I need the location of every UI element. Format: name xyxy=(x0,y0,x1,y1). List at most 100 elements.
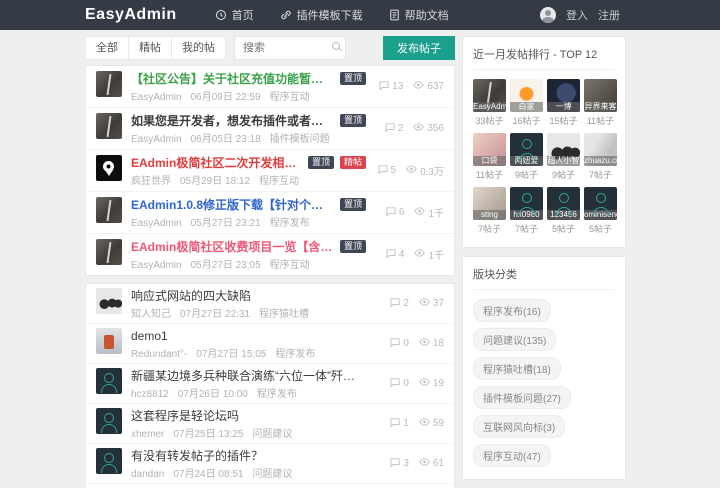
post-category[interactable]: 程序发布 xyxy=(270,218,310,229)
post-author[interactable]: hcz8812 xyxy=(131,389,169,400)
tab-featured[interactable]: 精帖 xyxy=(129,36,172,60)
top-poster[interactable]: EasyAdmin 33帖子 xyxy=(473,79,506,130)
top-poster-avatar[interactable]: ominisence xyxy=(584,187,617,220)
top-poster-avatar[interactable]: 一博 xyxy=(547,79,580,112)
post-title-link[interactable]: 新疆某边境多兵种联合演练“六位一体”歼灭暴恐分子 xyxy=(131,367,366,384)
top-poster[interactable]: 异界来客 11帖子 xyxy=(584,79,617,130)
post-author[interactable]: EasyAdmin xyxy=(131,134,182,145)
top-poster[interactable]: sting 7帖子 xyxy=(473,187,506,238)
category-tag[interactable]: 程序互动(47) xyxy=(473,444,551,467)
top-poster[interactable]: hx0980 7帖子 xyxy=(510,187,543,238)
top-poster[interactable]: 超人小智 9帖子 xyxy=(547,133,580,184)
create-post-button[interactable]: 发布帖子 xyxy=(383,36,455,60)
post-title-link[interactable]: 有没有转发帖子的插件？ xyxy=(131,447,263,464)
post-author[interactable]: dandan xyxy=(131,469,164,480)
post-avatar[interactable] xyxy=(96,448,122,474)
category-tag[interactable]: 问题建议(135) xyxy=(473,328,557,351)
post-title-link[interactable]: 【社区公告】关于社区充值功能暂停，充值请联系49007623 xyxy=(131,70,334,87)
post-row[interactable]: 有没有转发帖子的插件？ dandan 07月24日 08:51 问题建议 3 61 xyxy=(86,444,454,484)
post-avatar[interactable] xyxy=(96,155,122,181)
post-avatar[interactable] xyxy=(96,288,122,314)
top-poster[interactable]: 两妞爱 9帖子 xyxy=(510,133,543,184)
top-poster[interactable]: 口袋 11帖子 xyxy=(473,133,506,184)
post-category[interactable]: 程序互动 xyxy=(259,176,299,187)
post-category[interactable]: 程序互动 xyxy=(270,260,310,271)
top-poster-avatar[interactable]: zhuazu.cn xyxy=(584,133,617,166)
site-logo[interactable]: EasyAdmin xyxy=(85,6,177,24)
top-poster[interactable]: 一博 15帖子 xyxy=(547,79,580,130)
post-row[interactable]: EAdmin极简社区二次开发相关培训报名公开课教程（已完结） 置顶精帖 疯狂世界… xyxy=(86,150,454,192)
post-avatar[interactable] xyxy=(96,71,122,97)
top-poster-avatar[interactable]: 超人小智 xyxy=(547,133,580,166)
category-tag[interactable]: 程序发布(16) xyxy=(473,299,551,322)
post-category[interactable]: 问题建议 xyxy=(252,429,292,440)
post-author[interactable]: 疯狂世界 xyxy=(131,176,171,187)
post-row[interactable]: demo1 Redundant°- 07月27日 15:05 程序发布 0 18 xyxy=(86,324,454,364)
post-category[interactable]: 程序发布 xyxy=(257,389,297,400)
post-category[interactable]: 问题建议 xyxy=(252,469,292,480)
top-poster[interactable]: ominisence 5帖子 xyxy=(584,187,617,238)
nav-item-docs[interactable]: 帮助文档 xyxy=(389,7,449,23)
nav-item-downloads[interactable]: 插件模板下载 xyxy=(280,7,363,23)
post-avatar[interactable] xyxy=(96,408,122,434)
top-poster-avatar[interactable]: hx0980 xyxy=(510,187,543,220)
post-avatar[interactable] xyxy=(96,197,122,223)
top-poster-avatar[interactable]: 白家 xyxy=(510,79,543,112)
post-title-link[interactable]: 这套程序是轻论坛吗 xyxy=(131,407,239,424)
post-meta: EasyAdmin 06月05日 23:18 插件模板问题 xyxy=(131,130,366,145)
post-avatar[interactable] xyxy=(96,368,122,394)
top-poster[interactable]: 白家 16帖子 xyxy=(510,79,543,130)
post-category[interactable]: 插件模板问题 xyxy=(270,134,330,145)
top-poster-avatar[interactable]: 异界来客 xyxy=(584,79,617,112)
post-title-link[interactable]: 响应式网站的四大缺陷 xyxy=(131,287,251,304)
post-avatar[interactable] xyxy=(96,113,122,139)
comment-icon xyxy=(386,248,396,261)
category-tag[interactable]: 程序猿吐槽(18) xyxy=(473,357,561,380)
post-title-link[interactable]: demo1 xyxy=(131,329,168,343)
post-author[interactable]: EasyAdmin xyxy=(131,218,182,229)
top-poster-name: sting xyxy=(473,210,506,220)
post-title-link[interactable]: 如果您是开发者，想发布插件或者模板请联系49007623 xyxy=(131,112,334,129)
post-date: 05月29日 18:12 xyxy=(180,176,251,187)
post-author[interactable]: Redundant°- xyxy=(131,349,187,360)
nav-item-home[interactable]: 首页 xyxy=(215,7,254,23)
category-tag[interactable]: 插件模板问题(27) xyxy=(473,386,571,409)
post-title-link[interactable]: EAdmin1.0.8修正版下载【针对个别空间无法安装情况】 xyxy=(131,196,334,213)
post-category[interactable]: 程序互动 xyxy=(270,92,310,103)
post-row[interactable]: 安装程序后，首页注册登录404 yqsyh100807月23日 21:45程序互… xyxy=(86,484,454,488)
top-poster-avatar[interactable]: 口袋 xyxy=(473,133,506,166)
post-author[interactable]: xhemer xyxy=(131,429,164,440)
post-category[interactable]: 程序猿吐槽 xyxy=(259,309,309,320)
top-poster-avatar[interactable]: 123456 xyxy=(547,187,580,220)
post-row[interactable]: 【社区公告】关于社区充值功能暂停，充值请联系49007623 置顶 EasyAd… xyxy=(86,66,454,108)
tab-all[interactable]: 全部 xyxy=(85,36,129,60)
post-avatar[interactable] xyxy=(96,239,122,265)
tab-my-posts[interactable]: 我的帖 xyxy=(172,36,226,60)
top-poster-avatar[interactable]: EasyAdmin xyxy=(473,79,506,112)
search-input[interactable] xyxy=(234,36,346,60)
post-date: 07月26日 10:00 xyxy=(177,389,248,400)
top-poster[interactable]: zhuazu.cn 7帖子 xyxy=(584,133,617,184)
top-poster-avatar[interactable]: 两妞爱 xyxy=(510,133,543,166)
post-avatar[interactable] xyxy=(96,328,122,354)
post-row[interactable]: 如果您是开发者，想发布插件或者模板请联系49007623 置顶 EasyAdmi… xyxy=(86,108,454,150)
comment-count: 3 xyxy=(403,458,409,469)
user-avatar-icon[interactable] xyxy=(540,7,556,23)
post-title-link[interactable]: EAdmin极简社区二次开发相关培训报名公开课教程（已完结） xyxy=(131,154,302,171)
post-author[interactable]: EasyAdmin xyxy=(131,260,182,271)
register-link[interactable]: 注册 xyxy=(598,7,620,23)
top-poster-avatar[interactable]: sting xyxy=(473,187,506,220)
post-title-link[interactable]: EAdmin极简社区收费项目一览【含超级会员权限介绍】 xyxy=(131,238,334,255)
login-link[interactable]: 登入 xyxy=(566,7,588,23)
post-author[interactable]: 知人知己 xyxy=(131,309,171,320)
category-tag[interactable]: 互联网风向标(3) xyxy=(473,415,566,438)
top-poster[interactable]: 123456 5帖子 xyxy=(547,187,580,238)
post-row[interactable]: EAdmin1.0.8修正版下载【针对个别空间无法安装情况】 置顶 EasyAd… xyxy=(86,192,454,234)
post-row[interactable]: 响应式网站的四大缺陷 知人知己 07月27日 22:31 程序猿吐槽 2 37 xyxy=(86,284,454,324)
post-row[interactable]: 新疆某边境多兵种联合演练“六位一体”歼灭暴恐分子 hcz8812 07月26日 1… xyxy=(86,364,454,404)
post-row[interactable]: EAdmin极简社区收费项目一览【含超级会员权限介绍】 置顶 EasyAdmin… xyxy=(86,234,454,275)
post-date: 06月09日 22:59 xyxy=(190,92,261,103)
post-row[interactable]: 这套程序是轻论坛吗 xhemer 07月25日 13:25 问题建议 1 59 xyxy=(86,404,454,444)
post-author[interactable]: EasyAdmin xyxy=(131,92,182,103)
post-category[interactable]: 程序发布 xyxy=(275,349,315,360)
